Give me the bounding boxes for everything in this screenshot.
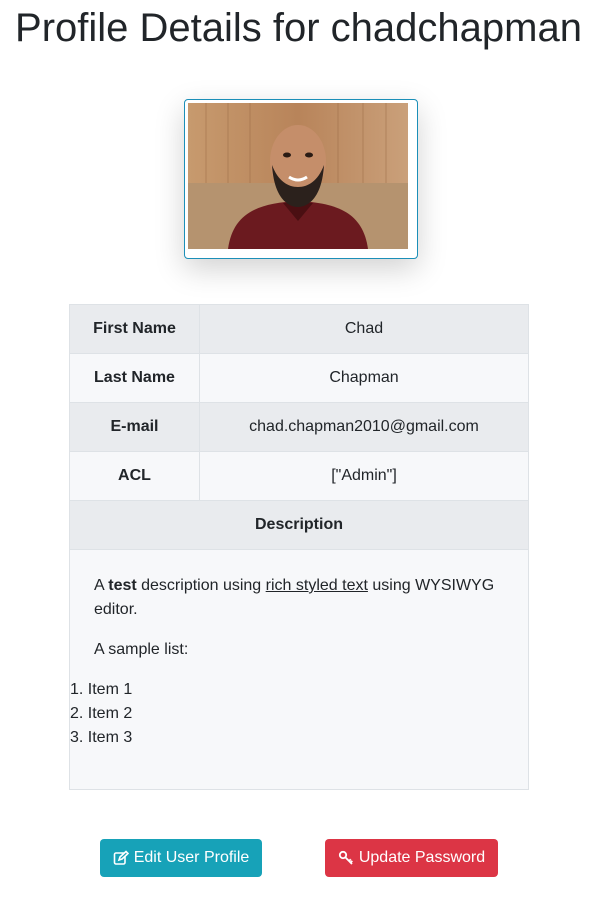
acl-value: ["Admin"] (199, 451, 529, 501)
description-text: A (94, 577, 109, 594)
table-row: First Name Chad (69, 304, 529, 354)
update-password-button[interactable]: Update Password (325, 839, 498, 877)
email-value: chad.chapman2010@gmail.com (199, 402, 529, 452)
profile-details-table: First Name Chad Last Name Chapman E-mail… (69, 304, 529, 790)
profile-photo (184, 99, 418, 259)
description-text: description using (136, 577, 266, 594)
description-body: A test description using rich styled tex… (69, 549, 529, 790)
page-title: Profile Details for chadchapman (15, 6, 582, 50)
description-paragraph: A test description using rich styled tex… (94, 574, 504, 622)
last-name-label: Last Name (69, 353, 200, 403)
key-icon (338, 850, 354, 866)
description-list-intro: A sample list: (94, 641, 189, 658)
table-row: ACL ["Admin"] (69, 451, 529, 501)
list-item: 3. Item 3 (70, 729, 133, 746)
table-row: A test description using rich styled tex… (69, 549, 529, 790)
description-list: 1. Item 1 2. Item 2 3. Item 3 (70, 678, 504, 750)
edit-user-profile-button[interactable]: Edit User Profile (100, 839, 262, 877)
table-row: E-mail chad.chapman2010@gmail.com (69, 402, 529, 452)
list-item: 1. Item 1 (70, 681, 133, 698)
first-name-value: Chad (199, 304, 529, 354)
edit-user-profile-label: Edit User Profile (133, 849, 250, 866)
last-name-value: Chapman (199, 353, 529, 403)
list-item: 2. Item 2 (70, 705, 133, 722)
acl-label: ACL (69, 451, 200, 501)
description-bold-text: test (108, 577, 137, 594)
user-photo-image (188, 103, 408, 249)
first-name-label: First Name (69, 304, 200, 354)
table-row: Description (69, 500, 529, 550)
description-underlined-text: rich styled text (265, 577, 368, 594)
table-row: Last Name Chapman (69, 353, 529, 403)
description-header: Description (69, 500, 529, 550)
email-label: E-mail (69, 402, 200, 452)
edit-icon (113, 850, 129, 866)
update-password-label: Update Password (358, 849, 486, 866)
